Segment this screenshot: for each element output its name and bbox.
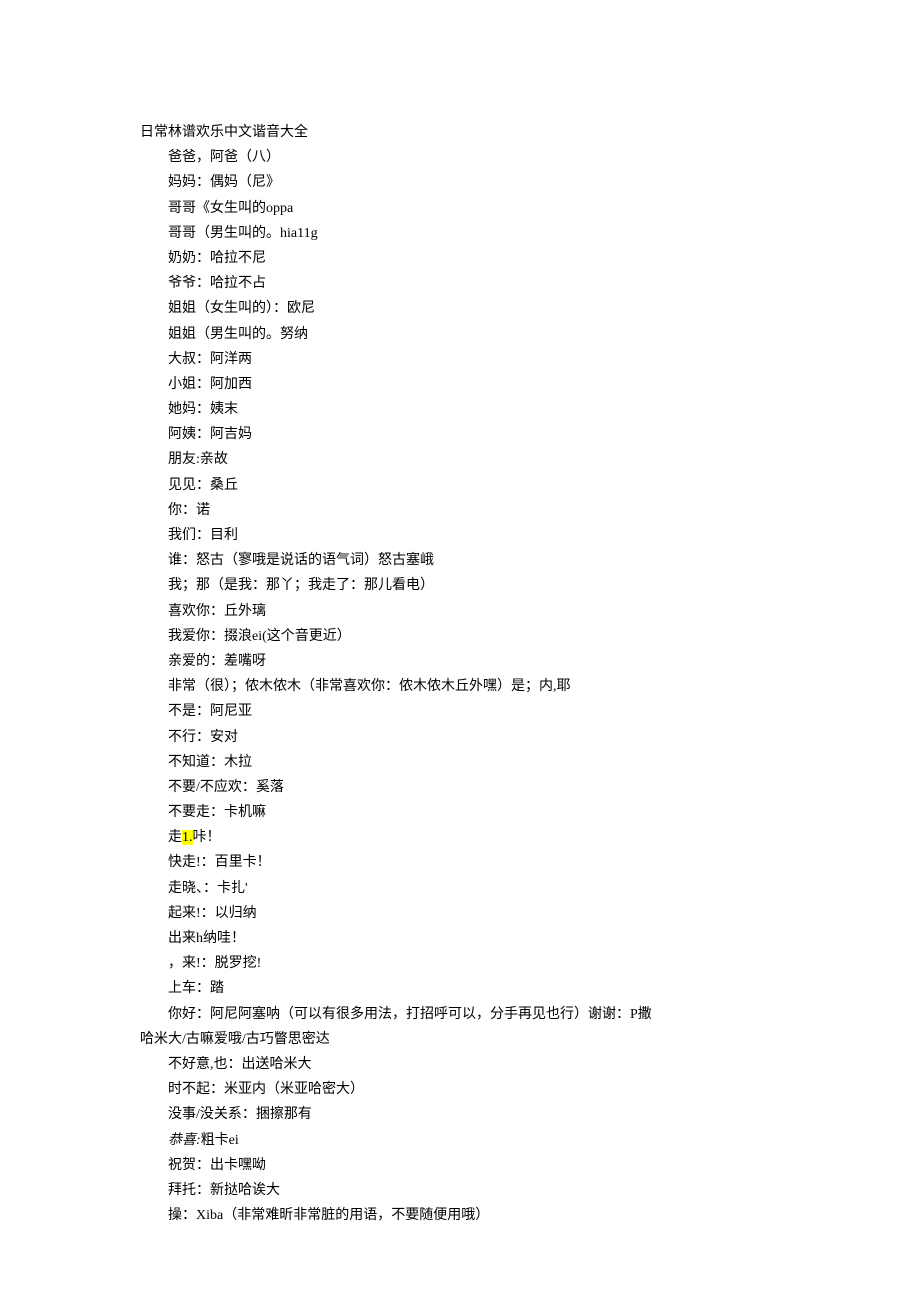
item-line: 小姐：阿加西	[140, 372, 780, 397]
item-line: 你好：阿尼阿塞呐（可以有很多用法，打招呼可以，分手再见也行）谢谢：P撒	[140, 1002, 780, 1027]
item-line: 我们：目利	[140, 523, 780, 548]
document-page: 日常林谱欢乐中文谐音大全 爸爸，阿爸（八）妈妈：偶妈（尼》哥哥《女生叫的oppa…	[0, 0, 920, 1301]
highlighted-text: 1.	[182, 830, 193, 845]
item-line: 恭喜:粗卡ei	[140, 1128, 780, 1153]
item-line: 起来!：以归纳	[140, 901, 780, 926]
italic-text: 恭喜:	[168, 1133, 201, 1148]
item-line: 亲爱的：差嘴呀	[140, 649, 780, 674]
item-line: 哥哥（男生叫的。hia11g	[140, 221, 780, 246]
item-line: 妈妈：偶妈（尼》	[140, 170, 780, 195]
item-line: 谁：怒古（寥哦是说话的语气词）怒古塞峨	[140, 548, 780, 573]
item-line: 不要/不应欢：奚落	[140, 775, 780, 800]
continuation-line: 哈米大/古嘛爱哦/古巧瞥思密达	[140, 1027, 780, 1052]
item-line: 走1.咔！	[140, 825, 780, 850]
item-line: 姐姐（女生叫的）：欧尼	[140, 296, 780, 321]
item-line: 朋友:亲故	[140, 447, 780, 472]
item-line: 上车：踏	[140, 976, 780, 1001]
item-line: 没事/没关系：捆擦那有	[140, 1102, 780, 1127]
item-line: 姐姐（男生叫的。努纳	[140, 322, 780, 347]
item-line: 不知道：木拉	[140, 750, 780, 775]
item-line: 爸爸，阿爸（八）	[140, 145, 780, 170]
document-title: 日常林谱欢乐中文谐音大全	[140, 120, 780, 145]
item-line: 时不起：米亚内（米亚哈密大）	[140, 1077, 780, 1102]
item-line: ，来!：脱罗挖!	[140, 951, 780, 976]
item-line: 操：Xiba（非常难昕非常脏的用语，不要随便用哦）	[140, 1203, 780, 1228]
item-line: 阿姨：阿吉妈	[140, 422, 780, 447]
item-line: 不行：安对	[140, 725, 780, 750]
item-line: 不是：阿尼亚	[140, 699, 780, 724]
item-line: 拜托：新挞哈诶大	[140, 1178, 780, 1203]
item-line: 不好意,也：出送哈米大	[140, 1052, 780, 1077]
item-line: 出来h纳哇！	[140, 926, 780, 951]
item-line: 不要走：卡机嘛	[140, 800, 780, 825]
item-line: 哥哥《女生叫的oppa	[140, 196, 780, 221]
item-line: 快走!：百里卡！	[140, 850, 780, 875]
item-line: 你：诺	[140, 498, 780, 523]
item-line: 奶奶：哈拉不尼	[140, 246, 780, 271]
item-line: 非常（很）；侬木侬木（非常喜欢你：侬木侬木丘外嘿）是；内,耶	[140, 674, 780, 699]
item-line: 见见：桑丘	[140, 473, 780, 498]
item-line: 祝贺：出卡嘿呦	[140, 1153, 780, 1178]
item-line: 我；那（是我：那丫；我走了：那儿看电）	[140, 573, 780, 598]
items-list: 爸爸，阿爸（八）妈妈：偶妈（尼》哥哥《女生叫的oppa哥哥（男生叫的。hia11…	[140, 145, 780, 1027]
item-line: 大叔：阿洋两	[140, 347, 780, 372]
item-line: 我爱你：掇浪ei(这个音更近）	[140, 624, 780, 649]
item-line: 喜欢你：丘外璃	[140, 599, 780, 624]
item-line: 走晓、：卡扎'	[140, 876, 780, 901]
item-line: 她妈：姨末	[140, 397, 780, 422]
item-line: 爷爷：哈拉不占	[140, 271, 780, 296]
items-list-2: 不好意,也：出送哈米大时不起：米亚内（米亚哈密大）没事/没关系：捆擦那有恭喜:粗…	[140, 1052, 780, 1228]
